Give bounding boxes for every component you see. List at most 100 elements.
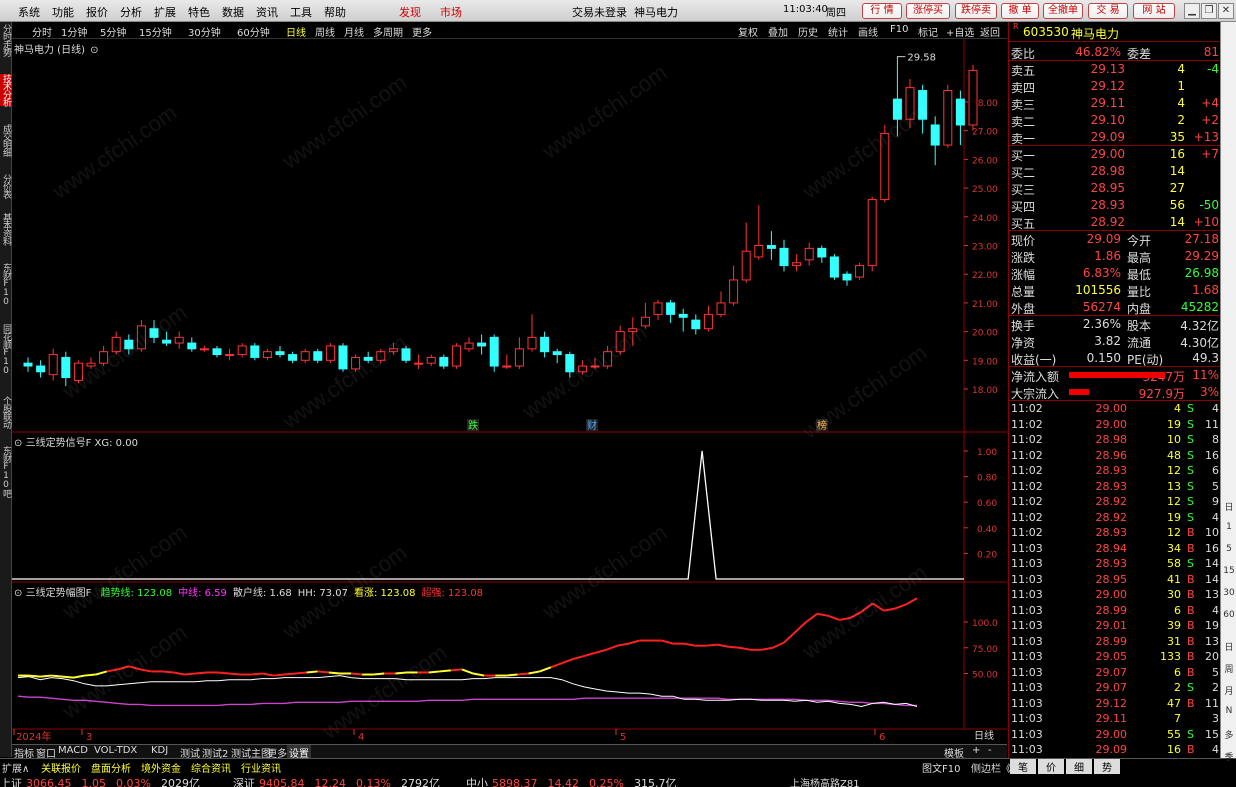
candle[interactable] <box>199 345 209 352</box>
menu-item[interactable]: 系统 <box>18 4 40 20</box>
status-link[interactable]: 扩展∧ <box>2 760 29 775</box>
candle[interactable] <box>99 345 109 367</box>
candle[interactable] <box>225 348 235 361</box>
candle[interactable] <box>149 320 159 344</box>
candle[interactable] <box>867 196 877 272</box>
chevron-down-icon[interactable]: ⊙ <box>90 45 98 56</box>
status-link[interactable]: 综合资讯 <box>191 760 231 775</box>
candle[interactable] <box>829 254 839 280</box>
left-tab[interactable]: 东财F10吧 <box>0 446 12 497</box>
candle[interactable] <box>716 291 726 318</box>
bid-row[interactable]: 买一 29.00 16 +7 <box>1009 146 1221 163</box>
trade-button[interactable]: 全撤单 <box>1043 3 1083 19</box>
candle[interactable] <box>401 345 411 364</box>
kline-chart[interactable]: 28.0027.0026.0025.0024.0023.0022.0021.00… <box>12 39 1007 744</box>
candle[interactable] <box>136 320 146 352</box>
close-icon[interactable]: ✕ <box>1218 3 1234 19</box>
candle[interactable] <box>426 354 436 367</box>
tick-row[interactable]: 11:02 28.93 12 S 6 <box>1009 463 1221 479</box>
quote-tab[interactable]: 细 <box>1066 759 1092 774</box>
tick-row[interactable]: 11:03 29.09 16 B 4 <box>1009 742 1221 758</box>
collapse-icon[interactable]: ⊙ <box>14 438 22 449</box>
left-tab[interactable]: 东财F10 <box>0 263 12 306</box>
stat-row[interactable]: 涨幅 6.83% 最低 26.98 <box>1009 265 1221 282</box>
candle[interactable] <box>943 84 953 148</box>
side-period-button[interactable]: 多 <box>1222 728 1236 741</box>
chart-tool-button[interactable]: +自选 <box>946 24 974 39</box>
side-period-button[interactable]: 周 <box>1222 662 1236 675</box>
bid-row[interactable]: 买五 28.92 14 +10 <box>1009 214 1221 231</box>
candle[interactable] <box>212 345 222 358</box>
candle[interactable] <box>540 331 550 358</box>
fund-row[interactable]: 净资 3.82 流通 4.30亿 <box>1009 333 1221 350</box>
left-tab[interactable]: 分价表 <box>0 174 12 198</box>
candle[interactable] <box>477 334 487 355</box>
candle[interactable] <box>388 343 398 355</box>
stat-row[interactable]: 总量 101556 量比 1.68 <box>1009 282 1221 299</box>
flow-row[interactable]: 大宗流入 927.9万 3% <box>1009 384 1221 401</box>
status-link-right[interactable]: 图文F10 <box>922 760 960 775</box>
status-link[interactable]: 行业资讯 <box>241 760 281 775</box>
chart-area[interactable]: 28.00 27.00 26.00 25.00 24.00 23.00 22.00 21.00… <box>12 39 1007 744</box>
tick-row[interactable]: 11:03 29.07 6 B 5 <box>1009 665 1221 681</box>
candle[interactable] <box>174 331 184 349</box>
candle[interactable] <box>905 79 915 128</box>
candle[interactable] <box>439 354 449 369</box>
event-marker[interactable]: 榜 <box>817 419 827 432</box>
chart-tool-button[interactable]: 叠加 <box>768 24 788 39</box>
candle[interactable] <box>590 357 600 369</box>
index-quote[interactable]: 上证 3066.45 1.05 0.03% 2029亿 <box>0 775 200 787</box>
left-tab[interactable]: 成交明细 <box>0 124 12 156</box>
stat-row[interactable]: 现价 29.09 今开 27.18 <box>1009 231 1221 248</box>
menu-item[interactable]: 分析 <box>120 4 142 20</box>
candle[interactable] <box>615 325 625 355</box>
quote-tab[interactable]: 笔 <box>1010 759 1036 774</box>
candle[interactable] <box>892 56 902 137</box>
status-link[interactable]: 盘面分析 <box>91 760 131 775</box>
flow-row[interactable]: 净流入额3247万11% <box>1009 367 1221 384</box>
candle[interactable] <box>817 245 827 263</box>
chart-tool-button[interactable]: F10 <box>890 24 908 35</box>
side-period-button[interactable]: 1 <box>1222 522 1236 532</box>
chart-tool-button[interactable]: 返回 <box>980 24 1000 39</box>
side-period-button[interactable]: N <box>1222 706 1236 716</box>
candle[interactable] <box>325 343 335 364</box>
candle[interactable] <box>237 343 247 358</box>
candle[interactable] <box>351 354 361 372</box>
quote-tab[interactable]: 势 <box>1094 759 1120 774</box>
fund-row[interactable]: 收益(一) 0.150 PE(动) 49.3 <box>1009 350 1221 367</box>
candle[interactable] <box>577 360 587 375</box>
candle[interactable] <box>691 314 701 335</box>
tick-row[interactable]: 11:03 28.94 34 B 16 <box>1009 541 1221 557</box>
candle[interactable] <box>880 124 890 203</box>
trade-button[interactable]: 行 情 <box>862 3 902 19</box>
candle[interactable] <box>678 308 688 332</box>
indicator-tab[interactable]: VOL-TDX <box>92 745 139 756</box>
tick-row[interactable]: 11:02 28.92 12 S 9 <box>1009 494 1221 510</box>
bid-row[interactable]: 买四 28.93 56 -50 <box>1009 197 1221 214</box>
tick-row[interactable]: 11:03 29.00 55 S 15 <box>1009 727 1221 743</box>
left-tab[interactable]: 技术分析 <box>0 74 12 106</box>
event-marker[interactable]: 财 <box>587 419 597 432</box>
candle[interactable] <box>363 351 373 364</box>
tick-row[interactable]: 11:02 28.93 12 B 10 <box>1009 525 1221 541</box>
period-tab[interactable]: 30分钟 <box>188 24 221 39</box>
trade-button[interactable]: 交 易 <box>1088 3 1128 19</box>
candle[interactable] <box>23 357 33 372</box>
candle[interactable] <box>640 302 650 329</box>
candle[interactable] <box>187 337 197 352</box>
tick-row[interactable]: 11:02 28.92 19 S 4 <box>1009 510 1221 526</box>
restore-icon[interactable]: ❐ <box>1201 3 1217 19</box>
candle[interactable] <box>275 345 285 358</box>
event-marker[interactable]: 跌 <box>468 419 478 432</box>
candle[interactable] <box>930 116 940 166</box>
candle[interactable] <box>36 360 46 378</box>
period-tab[interactable]: 15分钟 <box>139 24 172 39</box>
ask-row[interactable]: 卖四 29.12 1 <box>1009 78 1221 95</box>
candle[interactable] <box>766 231 776 260</box>
fund-row[interactable]: 换手 2.36% 股本 4.32亿 <box>1009 316 1221 333</box>
indicator-tab[interactable]: KDJ <box>149 745 170 756</box>
candle[interactable] <box>666 300 676 323</box>
candle[interactable] <box>955 90 965 146</box>
candle[interactable] <box>703 305 713 332</box>
